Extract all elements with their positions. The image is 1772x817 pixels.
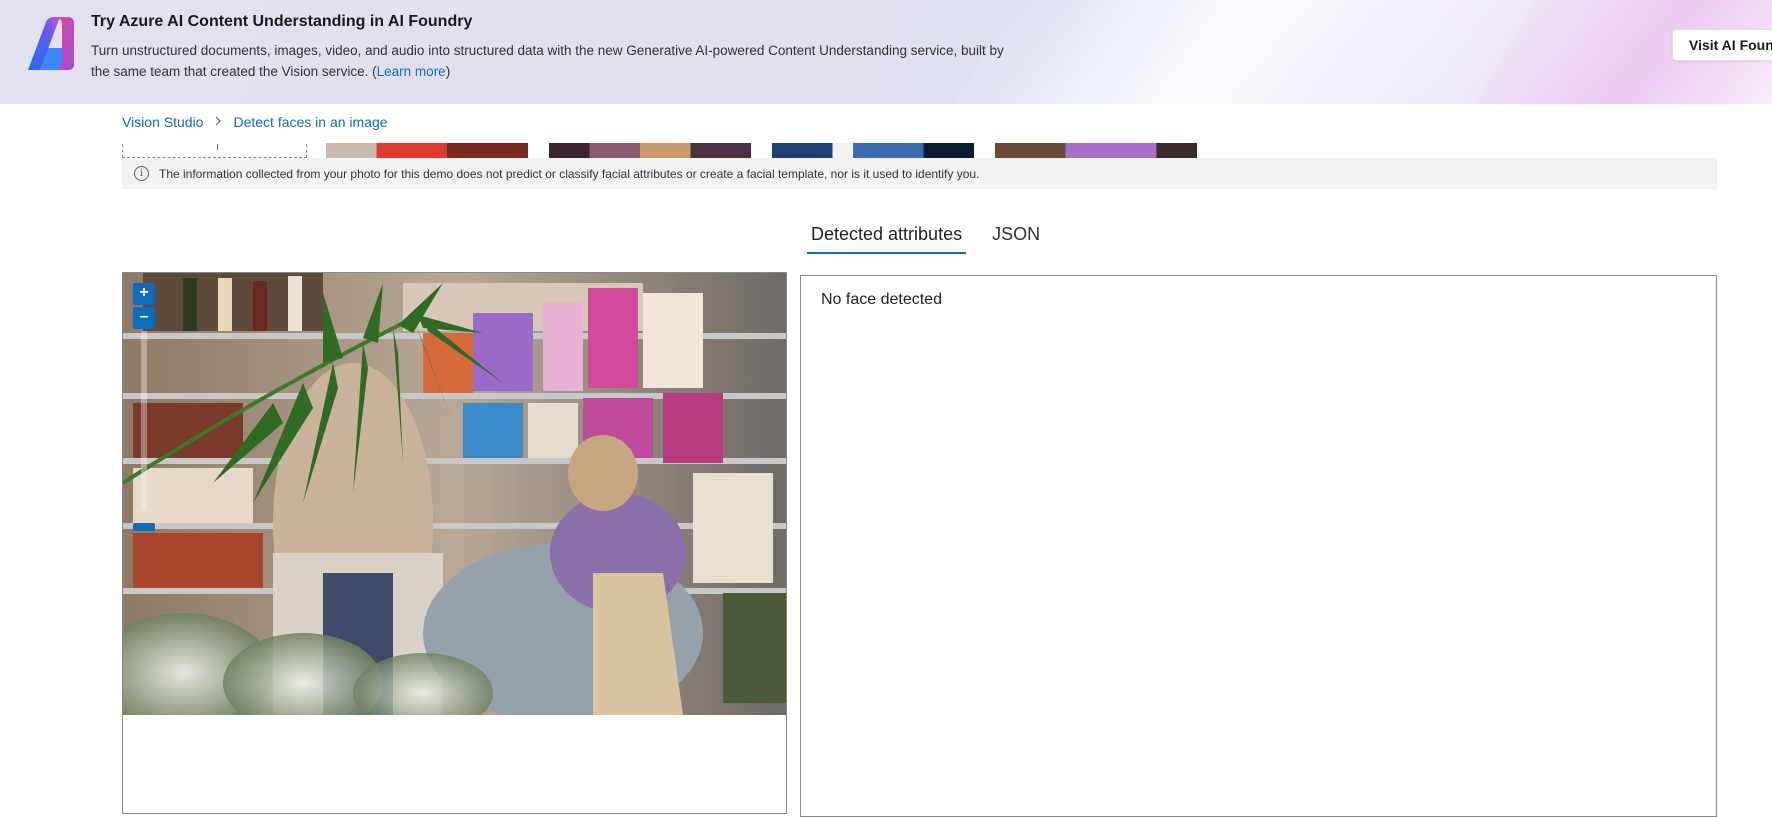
learn-more-link[interactable]: Learn more (377, 64, 446, 79)
banner-description: Turn unstructured documents, images, vid… (91, 40, 1011, 82)
image-viewer: + – (122, 272, 787, 814)
zoom-out-button[interactable]: – (133, 307, 155, 329)
sample-image-strip (122, 143, 1722, 158)
breadcrumb-detect-faces[interactable]: Detect faces in an image (233, 114, 387, 130)
zoom-slider-handle[interactable] (133, 523, 155, 531)
privacy-notice-text: The information collected from your phot… (159, 166, 980, 181)
privacy-notice: i The information collected from your ph… (122, 158, 1717, 189)
tab-detected-attributes[interactable]: Detected attributes (807, 224, 967, 254)
banner-decoration (922, 0, 1558, 104)
visit-ai-foundry-button[interactable]: Visit AI Foundry (1672, 29, 1772, 61)
uploaded-photo (123, 273, 786, 715)
sample-thumbnail[interactable] (326, 143, 528, 158)
sample-thumbnail[interactable] (995, 143, 1197, 158)
banner-title: Try Azure AI Content Understanding in AI… (91, 13, 473, 30)
banner-description-close: ) (445, 64, 451, 79)
chevron-right-icon (214, 115, 222, 129)
zoom-slider-track[interactable] (141, 331, 147, 511)
detected-attributes-panel: No face detected (800, 275, 1717, 817)
result-tabs: Detected attributes JSON (807, 224, 1066, 254)
breadcrumb-vision-studio[interactable]: Vision Studio (122, 114, 203, 130)
sample-thumbnail[interactable] (549, 143, 751, 158)
tab-json[interactable]: JSON (988, 224, 1044, 254)
no-face-detected-message: No face detected (821, 291, 942, 308)
banner-description-text: Turn unstructured documents, images, vid… (91, 43, 1004, 79)
breadcrumb: Vision Studio Detect faces in an image (122, 114, 388, 130)
upload-image-dropzone[interactable] (122, 143, 307, 158)
promo-banner: Try Azure AI Content Understanding in AI… (0, 0, 1772, 104)
info-icon: i (134, 166, 149, 181)
zoom-in-button[interactable]: + (133, 283, 155, 305)
azure-ai-foundry-logo-icon (28, 17, 74, 70)
sample-thumbnail[interactable] (772, 143, 974, 158)
